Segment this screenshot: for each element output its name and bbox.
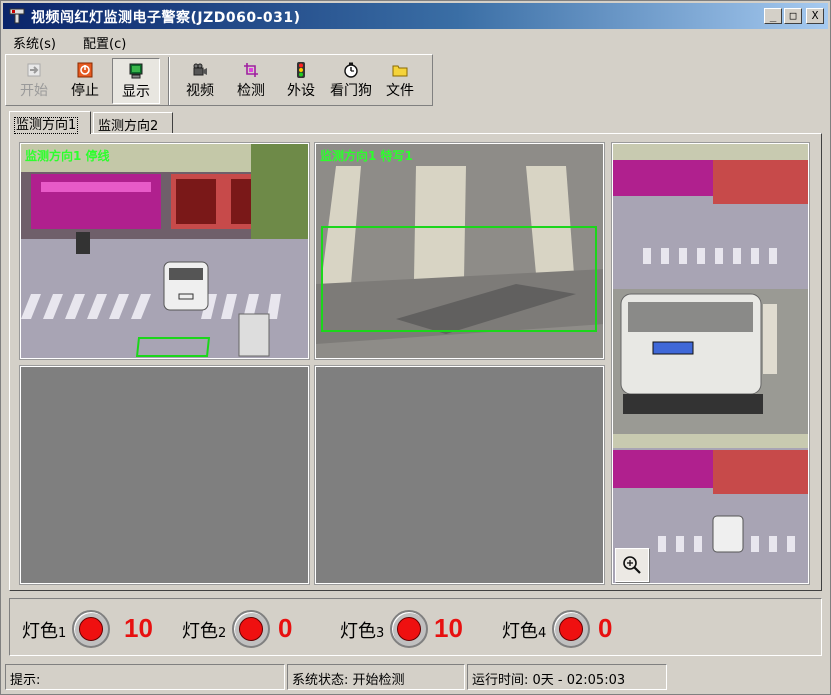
light-2-count: 0 — [278, 613, 293, 643]
tab-direction-2-label: 监测方向2 — [98, 119, 159, 134]
light-2-index: 2 — [218, 626, 227, 641]
menu-bar: 系统(s) 配置(c) — [3, 30, 828, 52]
stop-line-scene — [21, 144, 308, 358]
light-3-index: 3 — [376, 626, 385, 641]
monitor-icon — [129, 63, 143, 79]
closeup-view-label: 监测方向1 特写1 — [320, 149, 413, 163]
video-button[interactable]: 视频 — [178, 58, 222, 104]
red-light-icon — [239, 617, 263, 641]
light-group-4: 灯色4 0 — [502, 610, 652, 648]
stop-line-view[interactable]: 监测方向1 停线 — [20, 143, 309, 359]
stop-icon — [77, 62, 93, 78]
stop-button[interactable]: 停止 — [62, 58, 108, 104]
display-label: 显示 — [122, 84, 150, 100]
violation-photo-scene — [613, 144, 808, 583]
minimize-button[interactable]: _ — [764, 8, 782, 24]
tab-direction-1-label: 监测方向1 — [14, 117, 79, 134]
closeup-detection-zone[interactable] — [321, 226, 597, 332]
stop-line-view-label: 监测方向1 停线 — [25, 149, 110, 163]
app-window: 视频闯红灯监测电子警察(JZD060-031) _ □ X 系统(s) 配置(c… — [0, 0, 831, 695]
window-title: 视频闯红灯监测电子警察(JZD060-031) — [31, 10, 301, 26]
start-button[interactable]: 开始 — [12, 58, 56, 104]
title-bar[interactable]: 视频闯红灯监测电子警察(JZD060-031) _ □ X — [3, 3, 828, 29]
light-4-label-text: 灯色 — [502, 621, 538, 642]
toolbar: 开始 停止 显示 视频 检测 外设 看门狗 文件 — [5, 54, 433, 106]
closeup-view[interactable]: 监测方向1 特写1 — [315, 143, 604, 359]
status-runtime: 运行时间: 0天 - 02:05:03 — [467, 664, 667, 690]
peripheral-button[interactable]: 外设 — [280, 58, 322, 104]
detect-label: 检测 — [237, 83, 265, 99]
empty-view-4[interactable] — [315, 366, 604, 584]
start-label: 开始 — [20, 83, 48, 99]
violation-photo[interactable] — [612, 143, 809, 584]
status-system-state: 系统状态: 开始检测 — [287, 664, 465, 690]
menu-config[interactable]: 配置(c) — [83, 33, 126, 52]
folder-icon — [392, 65, 408, 77]
maximize-button[interactable]: □ — [784, 8, 802, 24]
detect-button[interactable]: 检测 — [228, 58, 274, 104]
crop-icon — [244, 63, 258, 77]
light-group-2: 灯色2 0 — [182, 610, 332, 648]
light-3-label: 灯色3 — [340, 617, 384, 643]
light-1-label: 灯色1 — [22, 617, 66, 643]
watchdog-button[interactable]: 看门狗 — [326, 58, 376, 104]
file-button[interactable]: 文件 — [380, 58, 420, 104]
light-4-count: 0 — [598, 613, 613, 643]
toolbar-separator — [168, 57, 170, 105]
traffic-light-icon — [297, 62, 305, 78]
video-label: 视频 — [186, 83, 214, 99]
camera-icon — [193, 63, 207, 76]
light-4-lamp — [552, 610, 590, 648]
peripheral-label: 外设 — [287, 83, 315, 99]
tab-direction-1[interactable]: 监测方向1 — [9, 111, 91, 134]
light-2-lamp — [232, 610, 270, 648]
stop-label: 停止 — [71, 83, 99, 99]
light-3-label-text: 灯色 — [340, 621, 376, 642]
red-light-icon — [559, 617, 583, 641]
stop-line-detection-zone[interactable] — [135, 337, 211, 357]
light-2-label: 灯色2 — [182, 617, 226, 643]
watchdog-label: 看门狗 — [330, 83, 372, 99]
light-4-index: 4 — [538, 626, 547, 641]
status-bar: 提示: 系统状态: 开始检测 运行时间: 0天 - 02:05:03 — [3, 662, 828, 692]
display-button[interactable]: 显示 — [112, 58, 160, 104]
zoom-button[interactable] — [615, 548, 649, 582]
light-2-label-text: 灯色 — [182, 621, 218, 642]
status-hint: 提示: — [5, 664, 285, 690]
empty-view-3[interactable] — [20, 366, 309, 584]
video-panel: 监测方向1 停线 监测方向1 特写1 — [9, 133, 822, 591]
light-3-lamp — [390, 610, 428, 648]
light-4-label: 灯色4 — [502, 617, 546, 643]
red-light-icon — [397, 617, 421, 641]
light-group-1: 灯色1 10 — [22, 610, 172, 648]
menu-system[interactable]: 系统(s) — [13, 33, 56, 52]
red-light-icon — [79, 617, 103, 641]
light-1-label-text: 灯色 — [22, 621, 58, 642]
magnifier-icon — [623, 556, 641, 574]
close-button[interactable]: X — [806, 8, 824, 24]
light-1-count: 10 — [124, 613, 153, 643]
tab-direction-2[interactable]: 监测方向2 — [93, 112, 173, 134]
stopwatch-icon — [344, 62, 358, 78]
light-1-index: 1 — [58, 626, 67, 641]
light-1-lamp — [72, 610, 110, 648]
light-group-3: 灯色3 10 — [340, 610, 490, 648]
file-label: 文件 — [386, 83, 414, 99]
arrow-right-icon — [27, 63, 41, 77]
app-icon — [9, 8, 25, 24]
light-3-count: 10 — [434, 613, 463, 643]
signal-lights-panel: 灯色1 10 灯色2 0 灯色3 10 灯色4 0 — [9, 598, 822, 656]
